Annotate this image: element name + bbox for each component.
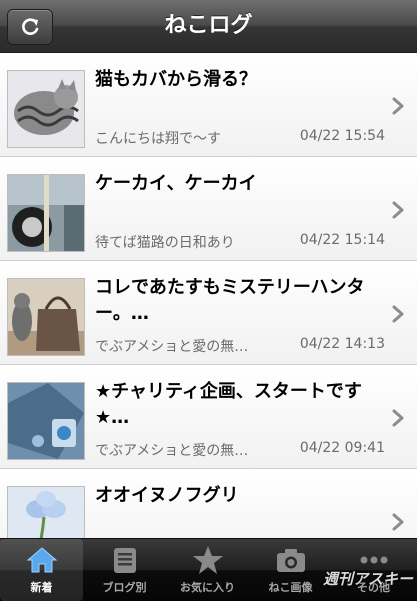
home-icon [26,547,57,573]
list-icon [113,548,136,573]
chevron-right-icon [392,201,404,219]
tab-favorites[interactable]: お気に入り [166,539,249,601]
post-author: 待てば猫路の日和あり [95,235,235,251]
post-author: でぶアメショと愛の無… [95,443,249,459]
post-row[interactable]: ケーカイ、ケーカイ 待てば猫路の日和あり 04/22 15:14 [0,157,417,261]
star-icon [192,546,223,574]
post-thumbnail [7,278,85,356]
chevron-right-icon [392,97,404,115]
navigation-bar: ねこログ [0,0,417,53]
post-author: でぶアメショと愛の無… [95,339,249,355]
tab-label: 新着 [30,581,53,594]
post-title: 猫もカバから滑る？ [95,69,257,90]
page-title: ねこログ [164,13,253,38]
tab-label: お気に入り [180,581,235,594]
post-date: 04/22 15:54 [299,128,385,144]
post-thumbnail [7,70,85,148]
post-thumbnail [7,174,85,252]
post-row[interactable]: コレであたすもミステリーハンター。… でぶアメショと愛の無… 04/22 14:… [0,261,417,365]
chevron-right-icon [392,409,404,427]
tab-label: ねこ画像 [268,581,313,594]
camera-icon [276,549,305,572]
publisher-watermark: 週刊アスキー [322,570,413,588]
post-title: オオイヌノフグリ [95,485,239,506]
post-author: こんにちは翔で～す [95,131,221,147]
chevron-right-icon [392,305,404,323]
tab-cat-images[interactable]: ねこ画像 [249,539,332,601]
post-thumbnail [7,486,85,538]
post-date: 04/22 14:13 [299,336,385,352]
tab-label: ブログ別 [102,581,147,594]
tab-new[interactable]: 新着 [0,539,83,601]
post-title: ★チャリティ企画、スタートです★… [95,381,362,428]
post-date: 04/22 09:41 [299,440,385,456]
post-thumbnail [7,382,85,460]
post-list[interactable]: 猫もカバから滑る？ こんにちは翔で～す 04/22 15:54 ケーカイ、ケーカ… [0,53,417,538]
tab-by-blog[interactable]: ブログ別 [83,539,166,601]
chevron-right-icon [392,513,404,531]
post-title: コレであたすもミステリーハンター。… [95,277,365,324]
post-row[interactable]: オオイヌノフグリ [0,469,417,538]
post-row[interactable]: ★チャリティ企画、スタートです★… でぶアメショと愛の無… 04/22 09:4… [0,365,417,469]
post-date: 04/22 15:14 [299,232,385,248]
post-row[interactable]: 猫もカバから滑る？ こんにちは翔で～す 04/22 15:54 [0,53,417,157]
post-title: ケーカイ、ケーカイ [95,173,257,194]
